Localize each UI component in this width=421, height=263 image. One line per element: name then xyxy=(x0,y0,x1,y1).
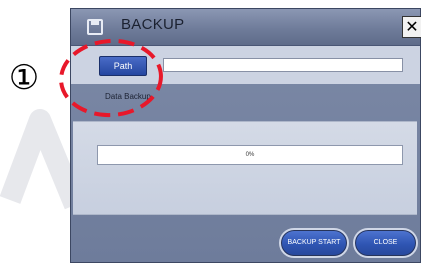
close-icon[interactable]: ✕ xyxy=(402,16,421,38)
dialog-title: BACKUP xyxy=(121,16,185,33)
path-row: Path xyxy=(71,46,420,84)
progress-text: 0% xyxy=(245,152,255,158)
path-input[interactable] xyxy=(163,58,403,72)
save-disk-icon xyxy=(87,19,103,35)
backup-dialog: BACKUP ✕ Path Data Backup 0% BACKUP STAR… xyxy=(70,8,421,263)
progress-bar: 0% xyxy=(97,145,403,165)
close-button[interactable]: CLOSE xyxy=(353,228,418,258)
path-button[interactable]: Path xyxy=(99,56,147,76)
callout-number: ① xyxy=(8,58,40,98)
backup-start-button[interactable]: BACKUP START xyxy=(279,228,349,258)
title-bar[interactable]: BACKUP xyxy=(71,9,420,46)
data-backup-label: Data Backup xyxy=(105,92,151,101)
backup-panel xyxy=(73,121,417,215)
